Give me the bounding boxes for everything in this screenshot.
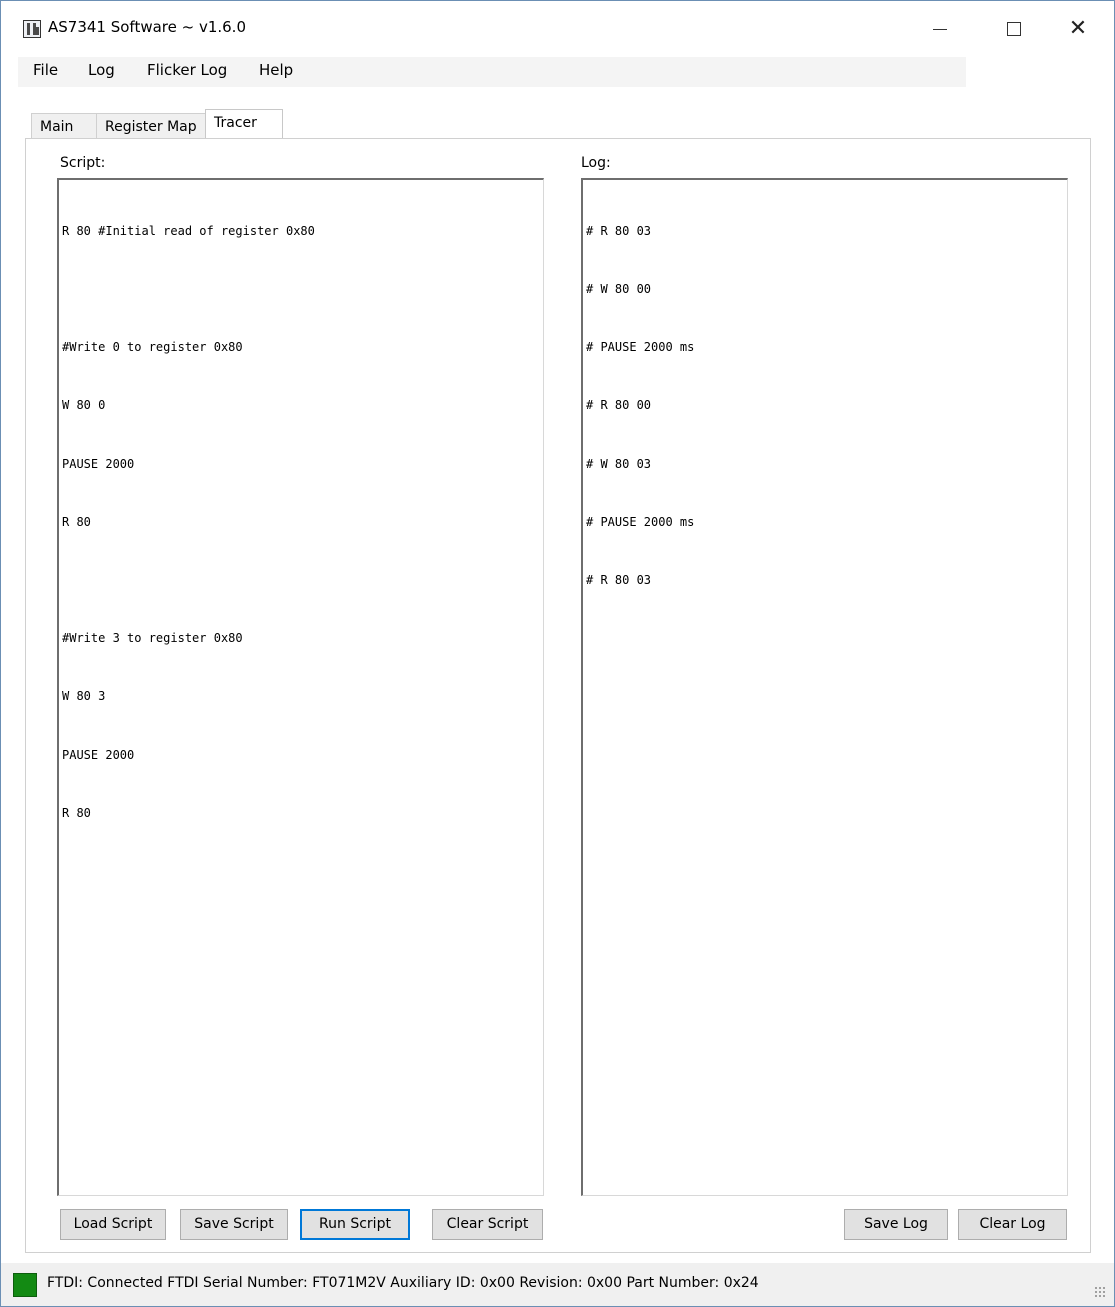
script-line: W 80 3: [62, 689, 106, 704]
menu-bar: File Log Flicker Log Help: [18, 57, 966, 87]
script-line: R 80 #Initial read of register 0x80: [62, 223, 315, 238]
menu-help[interactable]: Help: [259, 61, 293, 79]
log-line: # R 80 00: [586, 398, 652, 413]
tab-main[interactable]: Main: [31, 113, 97, 139]
status-text: FTDI: Connected FTDI Serial Number: FT07…: [47, 1275, 759, 1291]
script-line: PAUSE 2000: [62, 456, 135, 471]
menu-log[interactable]: Log: [88, 61, 115, 79]
load-script-button[interactable]: Load Script: [60, 1209, 166, 1240]
run-script-button[interactable]: Run Script: [300, 1209, 410, 1240]
save-script-button[interactable]: Save Script: [180, 1209, 288, 1240]
script-line: W 80 0: [62, 398, 106, 413]
script-line: PAUSE 2000: [62, 747, 135, 762]
log-line: # PAUSE 2000 ms: [586, 340, 695, 355]
tab-tracer[interactable]: Tracer: [205, 109, 283, 140]
log-line: # R 80 03: [586, 573, 652, 588]
app-window: AS7341 Software ~ v1.6.0 ✕ File Log Flic…: [0, 0, 1115, 1307]
connection-status-indicator: [13, 1273, 37, 1297]
log-line: # W 80 03: [586, 456, 652, 471]
save-log-button[interactable]: Save Log: [844, 1209, 948, 1240]
maximize-button[interactable]: [991, 11, 1037, 47]
log-line: # R 80 03: [586, 223, 652, 238]
script-line: R 80: [62, 805, 91, 820]
script-label: Script:: [60, 155, 106, 171]
script-line: [62, 280, 543, 299]
clear-script-button[interactable]: Clear Script: [432, 1209, 543, 1240]
script-line: #Write 0 to register 0x80: [62, 340, 243, 355]
script-editor[interactable]: R 80 #Initial read of register 0x80 #Wri…: [57, 178, 544, 1196]
log-line: # W 80 00: [586, 282, 652, 297]
menu-flicker-log[interactable]: Flicker Log: [147, 61, 227, 79]
title-bar: AS7341 Software ~ v1.6.0 ✕: [1, 1, 1114, 57]
tab-register-map[interactable]: Register Map: [96, 113, 206, 139]
script-line: R 80: [62, 514, 91, 529]
close-button[interactable]: ✕: [1055, 11, 1101, 47]
script-line: #Write 3 to register 0x80: [62, 631, 243, 646]
menu-file[interactable]: File: [33, 61, 58, 79]
resize-grip-icon[interactable]: [1094, 1286, 1106, 1298]
window-title: AS7341 Software ~ v1.6.0: [48, 18, 246, 36]
log-label: Log:: [581, 155, 611, 171]
minimize-icon: [933, 28, 947, 30]
log-output[interactable]: # R 80 03 # W 80 00 # PAUSE 2000 ms # R …: [581, 178, 1068, 1196]
maximize-icon: [1007, 22, 1021, 36]
minimize-button[interactable]: [917, 11, 963, 47]
log-line: # PAUSE 2000 ms: [586, 514, 695, 529]
status-bar: FTDI: Connected FTDI Serial Number: FT07…: [1, 1263, 1114, 1306]
clear-log-button[interactable]: Clear Log: [958, 1209, 1067, 1240]
script-line: [62, 571, 543, 590]
app-logo-icon: [23, 20, 41, 38]
